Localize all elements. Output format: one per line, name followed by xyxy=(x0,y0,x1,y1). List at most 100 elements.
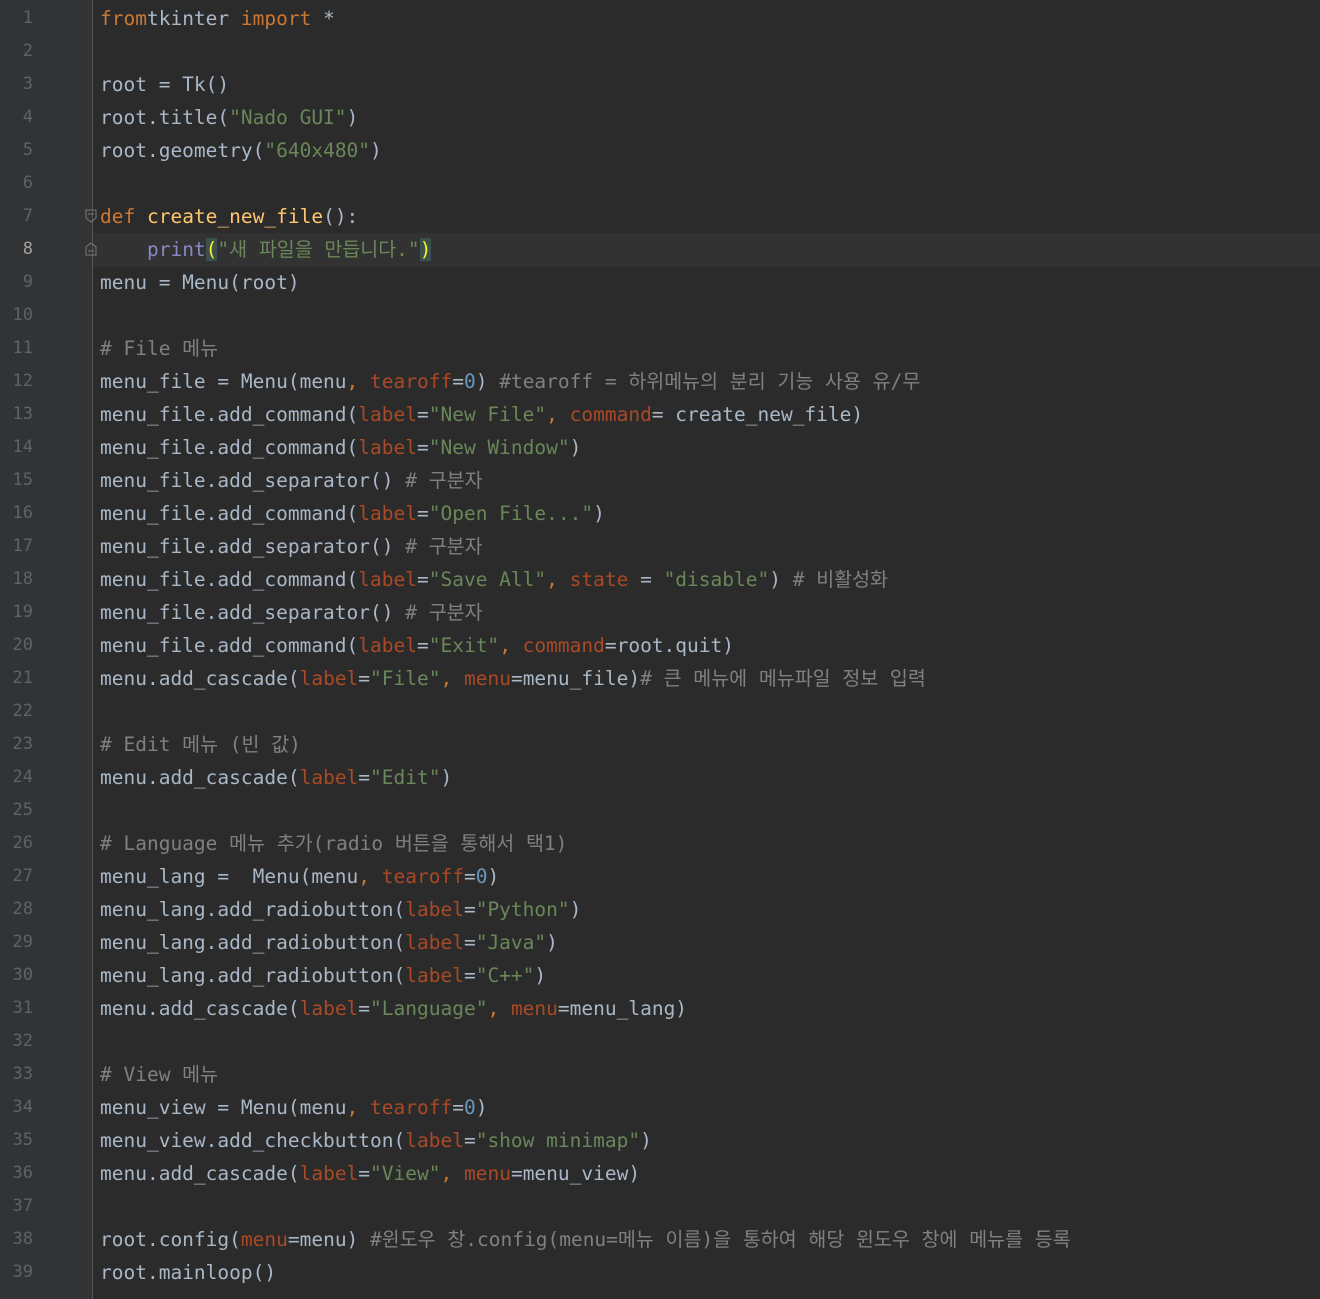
code-text[interactable]: # File 메뉴 xyxy=(100,332,218,365)
code-line[interactable]: 29 menu_lang.add_radiobutton(label="Java"… xyxy=(0,926,1320,959)
code-text[interactable]: root = Tk() xyxy=(100,68,229,101)
line-number: 16 xyxy=(12,503,33,523)
code-text[interactable]: menu_file.add_command(label="Exit", comm… xyxy=(100,629,734,662)
code-token: "New File" xyxy=(428,403,547,426)
code-token: =menu) xyxy=(287,1228,359,1251)
code-line[interactable]: 35 menu_view.add_checkbutton(label="show … xyxy=(0,1124,1320,1157)
code-token: tearoff xyxy=(370,370,453,393)
code-text[interactable]: def create_new_file(): xyxy=(100,200,358,233)
fold-end-icon[interactable] xyxy=(85,242,97,256)
code-text[interactable]: menu_file.add_separator() # 구분자 xyxy=(100,464,483,497)
code-token: # 구분자 xyxy=(393,535,483,558)
code-token: #윈도우 창.config(menu=메뉴 이름)을 통하여 해당 윈도우 창에… xyxy=(358,1228,1071,1251)
code-line[interactable]: 38 root.config(menu=menu) #윈도우 창.config(m… xyxy=(0,1223,1320,1256)
code-text[interactable]: menu.add_cascade(label="Language", menu=… xyxy=(100,992,687,1025)
code-line[interactable]: 11 # File 메뉴 xyxy=(0,332,1320,365)
fold-start-icon[interactable] xyxy=(85,209,97,223)
code-line[interactable]: 23 # Edit 메뉴 (빈 값) xyxy=(0,728,1320,761)
code-line[interactable]: 37 xyxy=(0,1190,1320,1223)
code-text[interactable]: print("새 파일을 만듭니다.") xyxy=(100,233,432,266)
code-text[interactable]: menu_lang.add_radiobutton(label="C++") xyxy=(100,959,546,992)
code-token: , xyxy=(546,568,570,591)
code-text[interactable]: menu_lang = Menu(menu, tearoff=0) xyxy=(100,860,499,893)
code-line[interactable]: 16 menu_file.add_command(label="Open File… xyxy=(0,497,1320,530)
code-line[interactable]: 31 menu.add_cascade(label="Language", men… xyxy=(0,992,1320,1025)
code-line[interactable]: 14 menu_file.add_command(label="New Windo… xyxy=(0,431,1320,464)
code-line[interactable]: 13 menu_file.add_command(label="New File"… xyxy=(0,398,1320,431)
code-text[interactable]: menu_file.add_command(label="New File", … xyxy=(100,398,863,431)
code-text[interactable]: # View 메뉴 xyxy=(100,1058,218,1091)
code-text[interactable]: root.geometry("640x480") xyxy=(100,134,382,167)
code-text[interactable]: # Language 메뉴 추가(radio 버튼을 통해서 택1) xyxy=(100,827,567,860)
code-line[interactable]: 34 menu_view = Menu(menu, tearoff=0) xyxy=(0,1091,1320,1124)
code-text[interactable]: menu_view = Menu(menu, tearoff=0) xyxy=(100,1091,487,1124)
code-token: menu_file.add_command( xyxy=(100,634,359,657)
code-line[interactable]: 2 xyxy=(0,35,1320,68)
code-text[interactable]: menu.add_cascade(label="File", menu=menu… xyxy=(100,662,926,695)
code-line[interactable]: 15 menu_file.add_separator() # 구분자 xyxy=(0,464,1320,497)
code-text[interactable]: root.mainloop() xyxy=(100,1256,276,1289)
code-token: =menu_lang) xyxy=(557,997,688,1020)
code-token: "Save All" xyxy=(428,568,547,591)
code-line[interactable]: 25 xyxy=(0,794,1320,827)
code-line[interactable]: 12 menu_file = Menu(menu, tearoff=0) #tea… xyxy=(0,365,1320,398)
code-editor[interactable]: 1 fromtkinter import * 2 3 root = Tk() 4 root.… xyxy=(0,0,1320,1299)
code-line[interactable]: 9 menu = Menu(root) xyxy=(0,266,1320,299)
code-line[interactable]: 20 menu_file.add_command(label="Exit", co… xyxy=(0,629,1320,662)
line-number: 23 xyxy=(12,734,33,754)
code-text[interactable]: menu.add_cascade(label="Edit") xyxy=(100,761,452,794)
code-text[interactable]: root.title("Nado GUI") xyxy=(100,101,358,134)
code-line[interactable]: 36 menu.add_cascade(label="View", menu=me… xyxy=(0,1157,1320,1190)
code-line[interactable]: 32 xyxy=(0,1025,1320,1058)
line-number: 10 xyxy=(12,305,33,325)
code-token: = create_new_file) xyxy=(651,403,864,426)
code-line[interactable]: 10 xyxy=(0,299,1320,332)
code-token: menu.add_cascade( xyxy=(100,1162,300,1185)
code-line[interactable]: 1 fromtkinter import * xyxy=(0,2,1320,35)
code-line[interactable]: 26 # Language 메뉴 추가(radio 버튼을 통해서 택1) xyxy=(0,827,1320,860)
code-text[interactable]: menu = Menu(root) xyxy=(100,266,300,299)
code-text[interactable]: # Edit 메뉴 (빈 값) xyxy=(100,728,301,761)
code-text[interactable]: menu.add_cascade(label="View", menu=menu… xyxy=(100,1157,640,1190)
code-text[interactable]: menu_view.add_checkbutton(label="show mi… xyxy=(100,1124,652,1157)
code-token: root.mainloop() xyxy=(100,1261,277,1284)
code-text[interactable]: menu_lang.add_radiobutton(label="Python"… xyxy=(100,893,581,926)
code-text[interactable]: menu_file.add_separator() # 구분자 xyxy=(100,530,483,563)
code-line[interactable]: 24 menu.add_cascade(label="Edit") xyxy=(0,761,1320,794)
code-line[interactable]: 17 menu_file.add_separator() # 구분자 xyxy=(0,530,1320,563)
code-token: ) xyxy=(534,964,547,987)
code-line[interactable]: 22 xyxy=(0,695,1320,728)
code-text[interactable]: menu_file.add_command(label="Save All", … xyxy=(100,563,888,596)
code-line[interactable]: 7 def create_new_file(): xyxy=(0,200,1320,233)
code-text[interactable]: fromtkinter import * xyxy=(100,2,335,35)
code-text[interactable]: menu_file = Menu(menu, tearoff=0) #tearo… xyxy=(100,365,920,398)
code-line[interactable]: 8 print("새 파일을 만듭니다.") xyxy=(0,233,1320,266)
code-line[interactable]: 18 menu_file.add_command(label="Save All"… xyxy=(0,563,1320,596)
code-line[interactable]: 27 menu_lang = Menu(menu, tearoff=0) xyxy=(0,860,1320,893)
code-line[interactable]: 5 root.geometry("640x480") xyxy=(0,134,1320,167)
code-token: label xyxy=(405,964,464,987)
code-token: menu_file.add_separator() xyxy=(100,535,394,558)
code-text[interactable]: menu_file.add_command(label="New Window"… xyxy=(100,431,581,464)
code-text[interactable]: menu_file.add_command(label="Open File..… xyxy=(100,497,605,530)
code-token: label xyxy=(358,436,417,459)
code-text[interactable]: menu_file.add_separator() # 구분자 xyxy=(100,596,483,629)
code-line[interactable]: 3 root = Tk() xyxy=(0,68,1320,101)
code-line[interactable]: 6 xyxy=(0,167,1320,200)
code-line[interactable]: 28 menu_lang.add_radiobutton(label="Pytho… xyxy=(0,893,1320,926)
code-token: (): xyxy=(323,205,359,228)
code-text[interactable]: menu_lang.add_radiobutton(label="Java") xyxy=(100,926,558,959)
code-line[interactable]: 19 menu_file.add_separator() # 구분자 xyxy=(0,596,1320,629)
code-token: # 구분자 xyxy=(393,469,483,492)
code-token: root.config( xyxy=(100,1228,241,1251)
code-text[interactable]: root.config(menu=menu) #윈도우 창.config(men… xyxy=(100,1223,1071,1256)
code-token: 0 xyxy=(475,865,488,888)
code-line[interactable]: 21 menu.add_cascade(label="File", menu=me… xyxy=(0,662,1320,695)
code-line[interactable]: 4 root.title("Nado GUI") xyxy=(0,101,1320,134)
code-token: menu_file.add_separator() xyxy=(100,601,394,624)
code-token: ) xyxy=(475,370,488,393)
code-token: menu_file.add_separator() xyxy=(100,469,394,492)
code-line[interactable]: 33 # View 메뉴 xyxy=(0,1058,1320,1091)
code-line[interactable]: 30 menu_lang.add_radiobutton(label="C++") xyxy=(0,959,1320,992)
code-line[interactable]: 39 root.mainloop() xyxy=(0,1256,1320,1289)
